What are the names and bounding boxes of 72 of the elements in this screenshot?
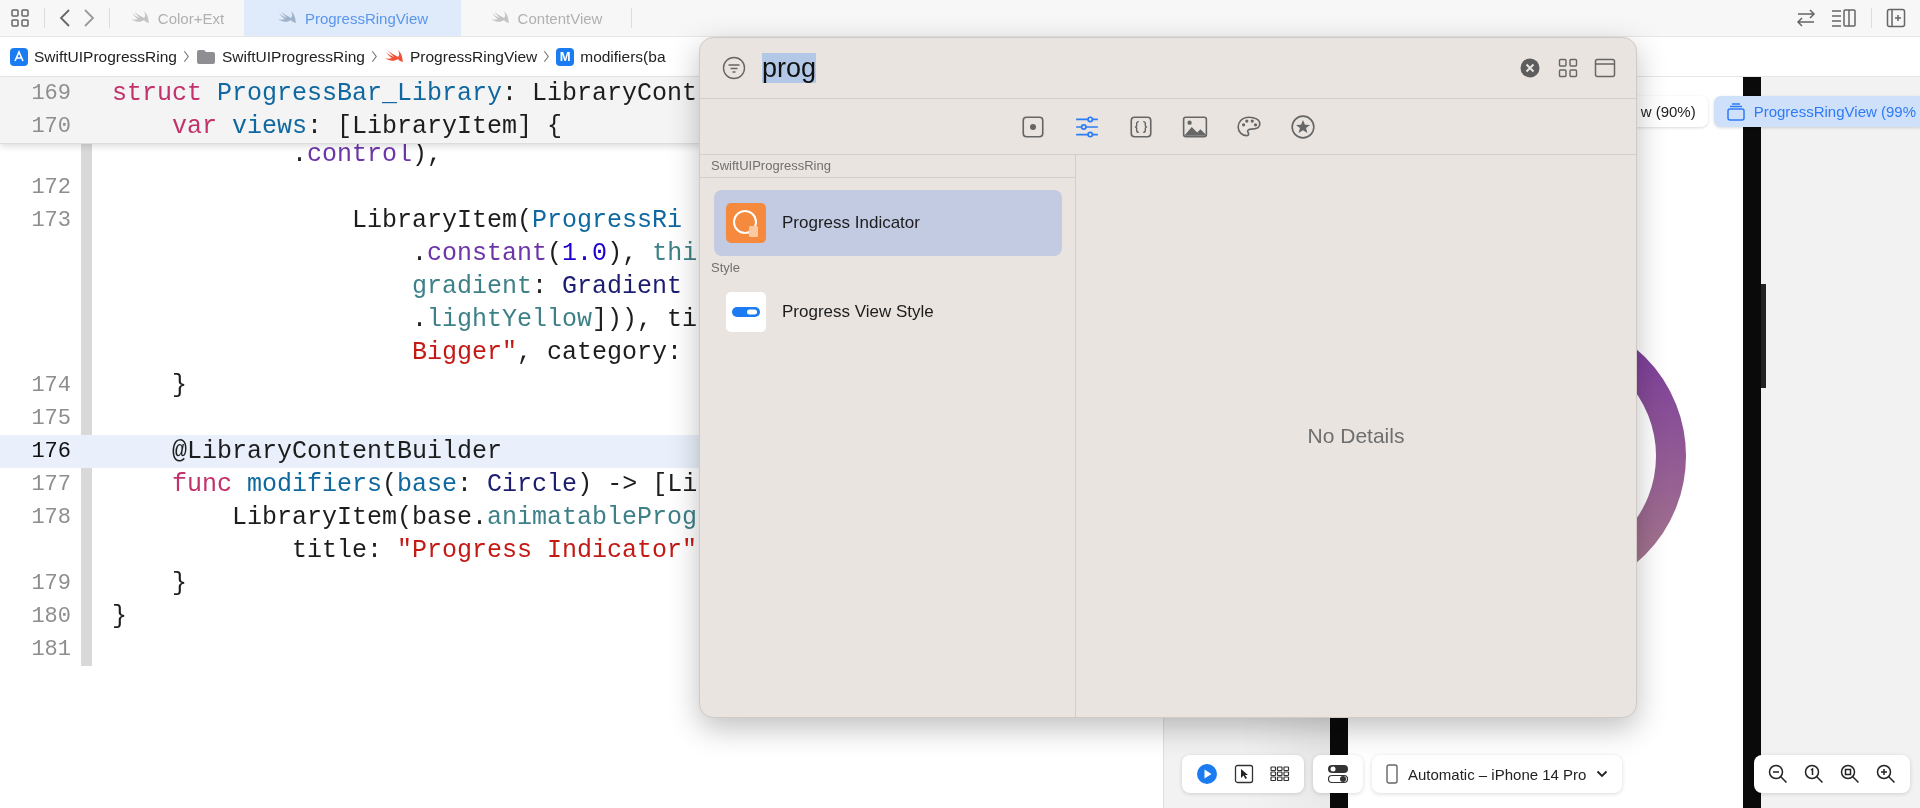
line-number: 169 [30,81,71,106]
line-number: 170 [30,114,71,139]
toggle-icon [1327,764,1349,784]
device-picker[interactable]: Automatic – iPhone 14 Pro [1372,755,1623,793]
section-header: Style [710,259,741,277]
swift-bird-icon [276,10,297,26]
code-line: @LibraryContentBuilder [171,437,503,466]
breadcrumb-item[interactable]: ProgressRingView [384,47,538,66]
progress-bar-icon [726,292,766,332]
cursor-icon[interactable] [1234,764,1254,784]
code-line: LibraryItem(base.animatableProg [231,503,698,532]
breadcrumb-item[interactable]: SwiftUIProgressRing [196,47,365,66]
swap-arrows-icon[interactable] [1795,8,1817,28]
line-number: 177 [30,472,71,497]
grid-icon[interactable] [1270,766,1290,782]
zoom-out-icon[interactable] [1768,764,1788,784]
zoom-in-icon[interactable] [1876,764,1896,784]
method-badge: M [556,47,575,66]
library-item[interactable]: Progress Indicator [714,190,1062,256]
code-line: func modifiers(base: Circle) -> [Li [171,470,698,499]
chevron-icon [183,50,190,63]
code-line: var views: [LibraryItem] { [171,112,563,141]
forward-chevron-icon[interactable] [83,8,95,28]
code-line: } [171,371,187,400]
code-line: Bigger", category: [411,338,683,367]
line-number: 180 [30,604,71,629]
clear-icon[interactable] [1520,58,1540,78]
line-number: 174 [30,373,71,398]
swift-bird-icon [489,10,510,26]
app-icon [10,47,28,66]
window-icon[interactable] [1594,58,1616,78]
chevron-icon [371,50,378,63]
code-line: } [112,602,127,631]
zoom-actual-size-icon[interactable] [1804,764,1824,784]
add-editor-icon[interactable] [1886,8,1906,28]
code-line: gradient: Gradient [411,272,683,301]
code-line: title: "Progress Indicator" [291,536,698,565]
stack-icon [1725,101,1746,122]
line-number: 172 [30,175,71,200]
code-line: struct ProgressBar_Library: LibraryCont [112,79,698,108]
breadcrumb-item[interactable]: SwiftUIProgressRing [10,47,177,66]
image-icon[interactable] [1182,113,1208,140]
views-icon[interactable] [1020,113,1046,140]
line-number: 178 [30,505,71,530]
filter-icon[interactable] [722,56,746,80]
code-line: .lightYellow])), ti [411,305,698,334]
swift-bird-icon [129,10,150,26]
section-header: SwiftUIProgressRing [700,155,1075,178]
line-number: 179 [30,571,71,596]
play-icon[interactable] [1196,763,1218,785]
zoom-to-fit-icon[interactable] [1840,764,1860,784]
chevron-down-icon [1596,770,1609,778]
library-item[interactable]: Progress View Style [714,279,1062,345]
phone-icon [1386,764,1398,784]
braces-icon[interactable] [1128,113,1154,140]
line-number: 176 [30,439,71,464]
search-field[interactable]: prog [762,52,1504,84]
progress-ring-icon [726,203,766,243]
code-line: LibraryItem(ProgressRi [351,206,683,235]
back-chevron-icon[interactable] [59,8,71,28]
inspector-layout-icon[interactable] [1831,8,1857,28]
sliders-icon[interactable] [1074,113,1100,140]
line-number: 181 [30,637,71,662]
variants-toggle-button[interactable] [1313,755,1363,793]
folder-icon [196,48,216,65]
line-number: 175 [30,406,71,431]
line-number: 173 [30,208,71,233]
code-line: .constant(1.0), thi [411,239,698,268]
empty-detail-message: No Details [1307,424,1405,448]
code-line: } [171,569,187,598]
chevron-icon [543,50,551,63]
breadcrumb-item[interactable]: M modifiers(ba [556,47,666,66]
